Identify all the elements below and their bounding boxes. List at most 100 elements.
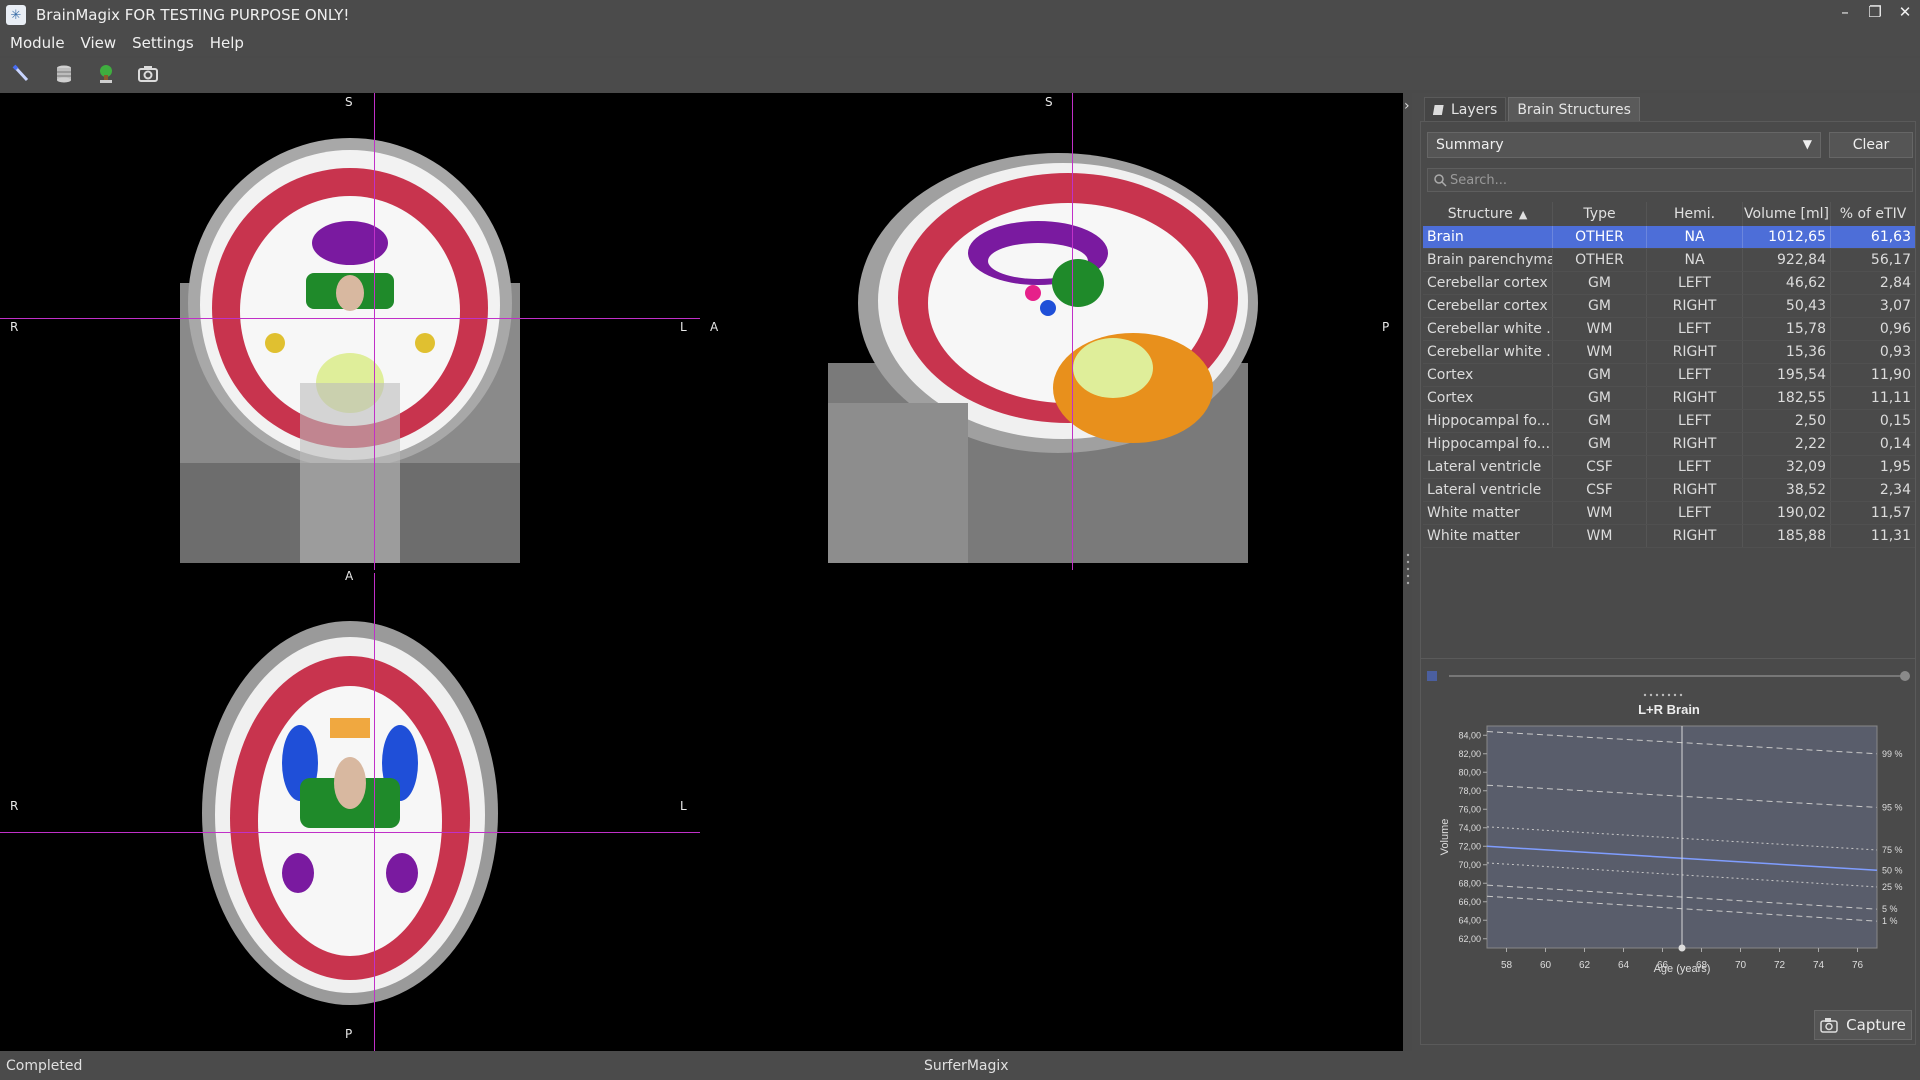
structures-table: Structure ▲ Type Hemi. Volume [ml] % of … [1423, 202, 1915, 548]
y-tick-label: 66,00 [1458, 897, 1481, 907]
column-header-hemi[interactable]: Hemi. [1647, 202, 1743, 226]
cell-volume: 15,36 [1743, 341, 1831, 363]
search-input[interactable]: Search... [1427, 168, 1913, 192]
sagittal-label-left: A [710, 320, 719, 334]
y-tick-label: 64,00 [1458, 915, 1481, 925]
cell-type: OTHER [1553, 226, 1647, 248]
series-label: 99 % [1882, 749, 1903, 759]
series-label: 1 % [1882, 916, 1898, 926]
cell-hemi: RIGHT [1647, 525, 1743, 547]
cell-type: WM [1553, 502, 1647, 524]
table-row[interactable]: Brain parenchyma OTHER NA 922,84 56,17 [1423, 249, 1915, 272]
table-row[interactable]: White matter WM RIGHT 185,88 11,31 [1423, 525, 1915, 548]
table-row[interactable]: Cerebellar cortex GM LEFT 46,62 2,84 [1423, 272, 1915, 295]
axial-label-right: L [680, 799, 687, 813]
column-header-volume[interactable]: Volume [ml] [1743, 202, 1831, 226]
cell-etiv: 0,96 [1879, 321, 1911, 337]
toolbar [0, 58, 1920, 90]
table-row[interactable]: Hippocampal fo... GM LEFT 2,50 0,15 [1423, 410, 1915, 433]
table-row[interactable]: Lateral ventricle CSF RIGHT 38,52 2,34 [1423, 479, 1915, 502]
brush-tool-button[interactable] [10, 62, 34, 86]
menu-view[interactable]: View [73, 34, 125, 52]
menu-settings[interactable]: Settings [124, 34, 202, 52]
coronal-label-left: R [10, 320, 19, 334]
table-row[interactable]: Lateral ventricle CSF LEFT 32,09 1,95 [1423, 456, 1915, 479]
cell-structure: Cortex [1423, 364, 1553, 386]
tree-tool-button[interactable] [94, 62, 118, 86]
cell-etiv: 0,93 [1879, 344, 1911, 360]
title-bar: ✳ BrainMagix FOR TESTING PURPOSE ONLY! –… [0, 0, 1920, 30]
panel-collapse-chevron-icon[interactable]: › [1404, 98, 1410, 114]
cell-volume: 922,84 [1743, 249, 1831, 271]
table-row[interactable]: Brain OTHER NA 1012,65 61,63 [1423, 226, 1915, 249]
cell-type: WM [1553, 318, 1647, 340]
capture-button[interactable]: Capture [1814, 1010, 1912, 1040]
cell-type: GM [1553, 295, 1647, 317]
axial-crosshair-horizontal [0, 832, 700, 833]
table-row[interactable]: Cerebellar cortex GM RIGHT 50,43 3,07 [1423, 295, 1915, 318]
axial-label-left: R [10, 799, 19, 813]
menu-help[interactable]: Help [202, 34, 252, 52]
cell-hemi: RIGHT [1647, 479, 1743, 501]
image-viewer[interactable]: S A R L S A P P R L [0, 93, 1403, 1051]
tree-icon [100, 65, 112, 83]
cell-type: GM [1553, 387, 1647, 409]
summary-dropdown[interactable]: Summary ▼ [1427, 132, 1821, 158]
cell-volume: 1012,65 [1743, 226, 1831, 248]
coronal-slice-image [180, 138, 520, 563]
cell-structure: White matter [1423, 525, 1553, 547]
tab-brain-structures[interactable]: Brain Structures [1508, 97, 1640, 121]
menu-module[interactable]: Module [2, 34, 73, 52]
close-button[interactable]: ✕ [1896, 3, 1914, 21]
brush-icon [12, 64, 29, 82]
column-header-etiv[interactable]: % of eTIV [1831, 202, 1915, 226]
maximize-button[interactable]: ❐ [1866, 3, 1884, 21]
y-tick-label: 84,00 [1458, 730, 1481, 740]
table-row[interactable]: Cerebellar white ... WM LEFT 15,78 0,96 [1423, 318, 1915, 341]
series-label: 5 % [1882, 904, 1898, 914]
table-row[interactable]: Cortex GM LEFT 195,54 11,90 [1423, 364, 1915, 387]
cell-etiv: 0,15 [1879, 413, 1911, 429]
cell-structure: Brain parenchyma [1423, 249, 1553, 271]
clear-button[interactable]: Clear [1829, 132, 1913, 158]
cell-volume: 185,88 [1743, 525, 1831, 547]
chart-title: L+R Brain [1638, 702, 1700, 717]
table-row[interactable]: Cerebellar white ... WM RIGHT 15,36 0,93 [1423, 341, 1915, 364]
screenshot-tool-button[interactable] [136, 62, 160, 86]
series-label: 25 % [1882, 882, 1903, 892]
chart-grip-icon [1643, 693, 1683, 697]
coronal-crosshair-vertical [374, 93, 375, 570]
x-tick-label: 58 [1501, 960, 1513, 971]
app-logo-icon: ✳ [6, 5, 26, 25]
series-label: 75 % [1882, 845, 1903, 855]
table-row[interactable]: White matter WM LEFT 190,02 11,57 [1423, 502, 1915, 525]
column-header-structure[interactable]: Structure ▲ [1423, 202, 1553, 226]
normative-volume-chart: L+R Brain 58 60 62 64 66 68 70 72 74 7662,0064,00… [1439, 693, 1903, 975]
table-divider [1421, 658, 1915, 659]
y-tick-label: 68,00 [1458, 878, 1481, 888]
splitter-grip-icon[interactable] [1406, 550, 1410, 590]
cell-structure: Cerebellar cortex [1423, 272, 1553, 294]
cell-type: GM [1553, 272, 1647, 294]
cell-etiv: 0,14 [1879, 436, 1911, 452]
table-row[interactable]: Cortex GM RIGHT 182,55 11,11 [1423, 387, 1915, 410]
cell-etiv: 11,57 [1870, 505, 1911, 521]
database-tool-button[interactable] [52, 62, 76, 86]
cell-etiv: 2,84 [1879, 275, 1911, 291]
camera-icon [1820, 1018, 1838, 1033]
database-icon [57, 65, 71, 83]
tab-layers[interactable]: Layers [1424, 97, 1507, 121]
x-tick-label: 74 [1813, 960, 1825, 971]
series-label: 95 % [1882, 802, 1903, 812]
chart-x-axis-label: Age (years) [1654, 963, 1711, 975]
cell-structure: Lateral ventricle [1423, 456, 1553, 478]
cell-volume: 46,62 [1743, 272, 1831, 294]
x-tick-label: 72 [1774, 960, 1786, 971]
horizontal-slider[interactable] [1427, 670, 1913, 682]
cell-volume: 195,54 [1743, 364, 1831, 386]
search-placeholder: Search... [1450, 172, 1508, 188]
minimize-button[interactable]: – [1836, 3, 1854, 21]
cell-etiv: 1,95 [1879, 459, 1911, 475]
column-header-type[interactable]: Type [1553, 202, 1647, 226]
table-row[interactable]: Hippocampal fo... GM RIGHT 2,22 0,14 [1423, 433, 1915, 456]
